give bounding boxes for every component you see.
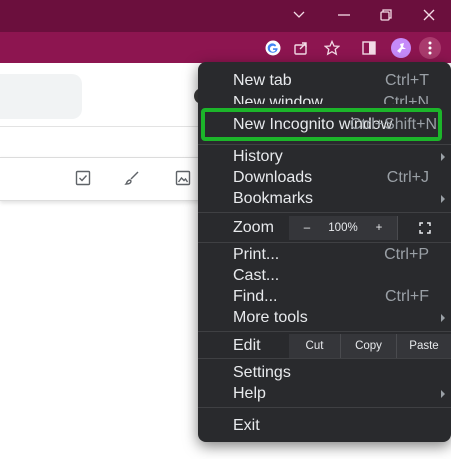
browser-toolbar: [0, 32, 451, 63]
menu-item-more-tools[interactable]: More tools: [198, 307, 451, 328]
brush-icon[interactable]: [121, 167, 143, 189]
menu-item-bookmarks[interactable]: Bookmarks: [198, 188, 451, 209]
menu-separator: [198, 407, 451, 408]
submenu-arrow-icon: [441, 313, 445, 322]
menu-separator: [198, 331, 451, 332]
submenu-arrow-icon: [441, 389, 445, 398]
submenu-arrow-icon: [441, 152, 445, 161]
menu-item-new-window[interactable]: New window Ctrl+N: [198, 92, 451, 104]
menu-separator: [198, 358, 451, 359]
google-icon[interactable]: [262, 37, 284, 59]
close-button[interactable]: [412, 0, 446, 30]
title-bar: [0, 0, 451, 32]
menu-item-settings[interactable]: Settings: [198, 362, 451, 383]
cut-button[interactable]: Cut: [289, 334, 340, 358]
menu-item-new-incognito-window[interactable]: New Incognito window Ctrl+Shift+N: [198, 114, 451, 135]
menu-icon[interactable]: [419, 37, 441, 59]
menu-separator: [198, 144, 451, 145]
checkbox-icon[interactable]: [72, 167, 94, 189]
share-icon[interactable]: [290, 37, 312, 59]
zoom-level: 100%: [328, 222, 358, 234]
restore-button[interactable]: [369, 0, 403, 30]
copy-button[interactable]: Copy: [341, 334, 396, 358]
paste-button[interactable]: Paste: [397, 334, 451, 358]
submenu-arrow-icon: [441, 194, 445, 203]
menu-item-new-tab[interactable]: New tab Ctrl+T: [198, 70, 451, 91]
image-icon[interactable]: [172, 167, 194, 189]
minimize-button[interactable]: [327, 0, 361, 30]
menu-item-history[interactable]: History: [198, 146, 451, 167]
fullscreen-icon[interactable]: [398, 216, 451, 240]
sidebar-icon[interactable]: [358, 37, 380, 59]
menu-separator: [198, 212, 451, 213]
menu-item-downloads[interactable]: Downloads Ctrl+J: [198, 167, 451, 188]
extension-icon[interactable]: [390, 37, 412, 59]
menu-item-find[interactable]: Find... Ctrl+F: [198, 286, 451, 307]
search-bar[interactable]: [0, 74, 82, 119]
tab-search-chevron-icon[interactable]: [282, 0, 316, 30]
zoom-in-button[interactable]: +: [361, 216, 397, 240]
bookmark-star-icon[interactable]: [321, 37, 343, 59]
zoom-out-button[interactable]: –: [289, 216, 325, 240]
menu-item-help[interactable]: Help: [198, 383, 451, 404]
menu-item-cast[interactable]: Cast...: [198, 265, 451, 286]
menu-separator: [198, 242, 451, 243]
menu-item-exit[interactable]: Exit: [198, 415, 451, 436]
menu-item-print[interactable]: Print... Ctrl+P: [198, 244, 451, 265]
